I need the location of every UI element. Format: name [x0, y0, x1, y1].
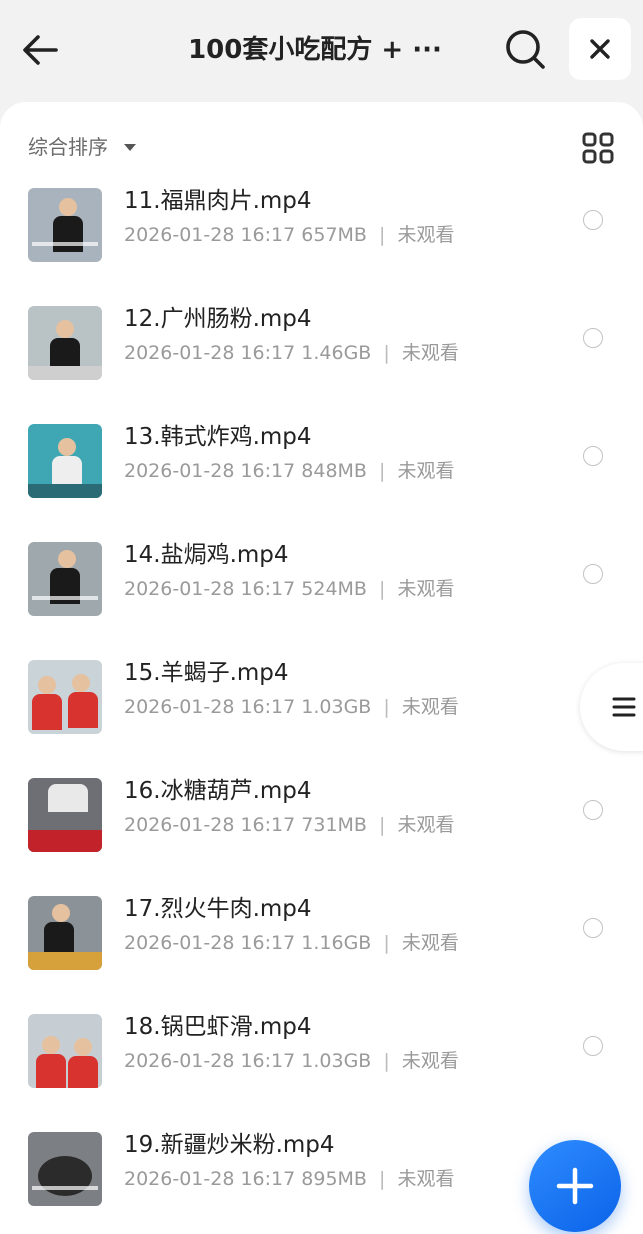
list-item[interactable]: 15.羊蝎子.mp4 2026-01-28 16:17 1.03GB | 未观看	[0, 654, 643, 764]
video-thumbnail	[28, 306, 102, 380]
meta-divider: |	[379, 224, 386, 246]
watch-status: 未观看	[397, 814, 455, 836]
watch-status: 未观看	[401, 696, 459, 718]
select-radio[interactable]	[583, 1036, 603, 1056]
menu-icon	[612, 697, 636, 717]
watch-status: 未观看	[401, 1050, 459, 1072]
video-thumbnail	[28, 660, 102, 734]
file-size: 524MB	[301, 578, 367, 600]
select-radio[interactable]	[583, 800, 603, 820]
file-size: 848MB	[301, 460, 367, 482]
file-list-panel: 综合排序 11.福鼎肉片.mp4 2026-01-28 16:17 657MB …	[0, 102, 643, 1234]
file-meta: 2026-01-28 16:17 895MB | 未观看	[124, 1166, 454, 1192]
file-meta: 2026-01-28 16:17 657MB | 未观看	[124, 222, 454, 248]
back-button[interactable]	[18, 28, 62, 72]
search-button[interactable]	[502, 26, 548, 72]
file-date: 2026-01-28 16:17	[124, 696, 296, 718]
close-icon	[590, 39, 610, 59]
file-meta: 2026-01-28 16:17 1.16GB | 未观看	[124, 930, 459, 956]
meta-divider: |	[379, 814, 386, 836]
search-icon	[506, 30, 545, 69]
list-item[interactable]: 12.广州肠粉.mp4 2026-01-28 16:17 1.46GB | 未观…	[0, 300, 643, 410]
file-meta: 2026-01-28 16:17 1.03GB | 未观看	[124, 694, 459, 720]
file-size: 1.46GB	[301, 342, 372, 364]
watch-status: 未观看	[401, 932, 459, 954]
file-name: 19.新疆炒米粉.mp4	[124, 1132, 335, 1158]
file-meta: 2026-01-28 16:17 1.46GB | 未观看	[124, 340, 459, 366]
file-size: 657MB	[301, 224, 367, 246]
watch-status: 未观看	[397, 224, 455, 246]
file-date: 2026-01-28 16:17	[124, 578, 296, 600]
list-item[interactable]: 17.烈火牛肉.mp4 2026-01-28 16:17 1.16GB | 未观…	[0, 890, 643, 1000]
watch-status: 未观看	[397, 578, 455, 600]
file-date: 2026-01-28 16:17	[124, 1050, 296, 1072]
select-radio[interactable]	[583, 328, 603, 348]
file-meta: 2026-01-28 16:17 731MB | 未观看	[124, 812, 454, 838]
file-date: 2026-01-28 16:17	[124, 932, 296, 954]
meta-divider: |	[379, 460, 386, 482]
file-size: 895MB	[301, 1168, 367, 1190]
video-thumbnail	[28, 778, 102, 852]
file-size: 731MB	[301, 814, 367, 836]
meta-divider: |	[383, 342, 390, 364]
video-thumbnail	[28, 1014, 102, 1088]
sort-label: 综合排序	[28, 135, 108, 159]
meta-divider: |	[379, 1168, 386, 1190]
video-thumbnail	[28, 424, 102, 498]
file-name: 17.烈火牛肉.mp4	[124, 896, 312, 922]
meta-divider: |	[383, 1050, 390, 1072]
file-date: 2026-01-28 16:17	[124, 1168, 296, 1190]
plus-icon	[556, 1167, 594, 1205]
file-size: 1.03GB	[301, 696, 372, 718]
meta-divider: |	[379, 578, 386, 600]
file-size: 1.16GB	[301, 932, 372, 954]
file-name: 14.盐焗鸡.mp4	[124, 542, 289, 568]
video-thumbnail	[28, 188, 102, 262]
watch-status: 未观看	[397, 460, 455, 482]
file-meta: 2026-01-28 16:17 524MB | 未观看	[124, 576, 454, 602]
add-button[interactable]	[529, 1140, 621, 1232]
video-thumbnail	[28, 1132, 102, 1206]
caret-down-icon	[124, 143, 136, 151]
file-name: 11.福鼎肉片.mp4	[124, 188, 312, 214]
file-size: 1.03GB	[301, 1050, 372, 1072]
meta-divider: |	[383, 932, 390, 954]
watch-status: 未观看	[397, 1168, 455, 1190]
list-item[interactable]: 14.盐焗鸡.mp4 2026-01-28 16:17 524MB | 未观看	[0, 536, 643, 646]
list-item[interactable]: 16.冰糖葫芦.mp4 2026-01-28 16:17 731MB | 未观看	[0, 772, 643, 882]
file-name: 16.冰糖葫芦.mp4	[124, 778, 312, 804]
grid-view-icon	[582, 132, 614, 164]
file-meta: 2026-01-28 16:17 1.03GB | 未观看	[124, 1048, 459, 1074]
file-name: 13.韩式炸鸡.mp4	[124, 424, 312, 450]
file-name: 15.羊蝎子.mp4	[124, 660, 289, 686]
file-name: 12.广州肠粉.mp4	[124, 306, 312, 332]
list-item[interactable]: 11.福鼎肉片.mp4 2026-01-28 16:17 657MB | 未观看	[0, 182, 643, 292]
file-name: 18.锅巴虾滑.mp4	[124, 1014, 312, 1040]
list-item[interactable]: 18.锅巴虾滑.mp4 2026-01-28 16:17 1.03GB | 未观…	[0, 1008, 643, 1118]
page-title: 100套小吃配方 + ···	[188, 35, 442, 65]
video-thumbnail	[28, 542, 102, 616]
list-item[interactable]: 13.韩式炸鸡.mp4 2026-01-28 16:17 848MB | 未观看	[0, 418, 643, 528]
watch-status: 未观看	[401, 342, 459, 364]
video-thumbnail	[28, 896, 102, 970]
grid-view-button[interactable]	[578, 128, 618, 168]
file-date: 2026-01-28 16:17	[124, 342, 296, 364]
select-radio[interactable]	[583, 564, 603, 584]
file-date: 2026-01-28 16:17	[124, 460, 296, 482]
arrow-left-icon	[23, 35, 58, 65]
select-radio[interactable]	[583, 446, 603, 466]
file-date: 2026-01-28 16:17	[124, 224, 296, 246]
top-bar: 100套小吃配方 + ···	[0, 0, 643, 100]
meta-divider: |	[383, 696, 390, 718]
sort-dropdown[interactable]: 综合排序	[28, 132, 136, 162]
select-radio[interactable]	[583, 210, 603, 230]
file-date: 2026-01-28 16:17	[124, 814, 296, 836]
select-radio[interactable]	[583, 918, 603, 938]
close-button[interactable]	[569, 18, 631, 80]
file-meta: 2026-01-28 16:17 848MB | 未观看	[124, 458, 454, 484]
